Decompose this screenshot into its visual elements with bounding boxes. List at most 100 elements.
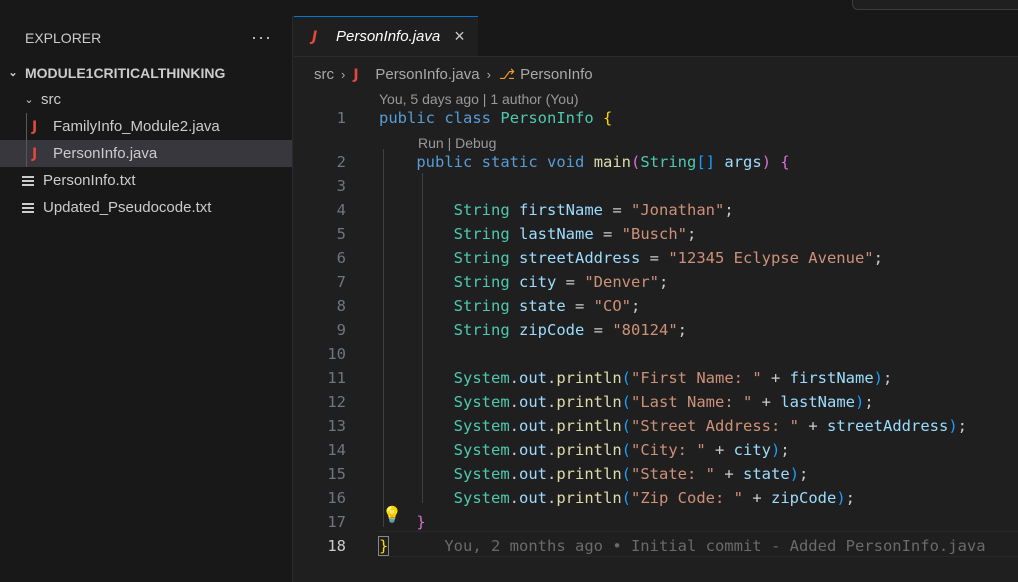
code-line-11: System.out.println("First Name: " + firs… [453,369,893,387]
command-center[interactable] [852,0,1018,10]
token: String [453,297,510,315]
token: ) [761,153,772,171]
more-actions-icon[interactable]: ··· [251,27,272,48]
token: ; [658,273,669,291]
token: static [481,153,538,171]
editor-area: J PersonInfo.java × src › J PersonInfo.j… [294,16,1018,582]
breadcrumb-item-class[interactable]: PersonInfo [520,66,593,83]
breadcrumb-item-src[interactable]: src [314,66,334,83]
token: System [453,465,510,483]
token: = [556,273,585,291]
token: } [377,536,390,556]
text-file-icon [22,201,36,215]
token: System [453,417,510,435]
token: System [453,489,510,507]
token: "80124" [612,321,678,339]
indent-guide [26,113,27,140]
line-number: 9 [336,321,346,339]
token: { [603,109,613,127]
token: out [519,417,547,435]
token: String [453,225,510,243]
workspace-root-label: MODULE1CRITICALTHINKING [25,64,226,81]
token: println [556,393,622,411]
code-line-1: public class PersonInfo { [379,109,612,127]
token: out [519,465,547,483]
code-line-8: String state = "CO"; [379,297,641,315]
indent-guide [26,140,27,167]
token: "First Name: " [631,369,762,387]
file-updated-pseudocode-txt[interactable]: Updated_Pseudocode.txt [0,194,292,221]
editor-tabs: J PersonInfo.java × [294,16,1018,57]
line-number: 14 [327,441,346,459]
token: String [453,249,510,267]
close-icon[interactable]: × [454,26,465,47]
java-file-icon: J [353,66,359,83]
token: out [519,489,547,507]
token: "Denver" [584,273,659,291]
line-number: 18 [327,537,346,555]
code-line-17: } [379,513,425,531]
token: println [556,417,622,435]
token: System [453,369,510,387]
line-number: 7 [336,273,346,291]
file-personinfo-txt[interactable]: PersonInfo.txt [0,167,292,194]
breadcrumb-item-file[interactable]: PersonInfo.java [375,66,479,83]
file-label: FamilyInfo_Module2.java [53,118,220,135]
workspace-root-folder[interactable]: ⌄ MODULE1CRITICALTHINKING [0,59,292,86]
line-number: 15 [327,465,346,483]
tab-personinfo-java[interactable]: J PersonInfo.java × [294,16,478,56]
title-bar [0,0,1018,17]
chevron-down-icon: ⌄ [8,67,18,79]
token: = [584,321,613,339]
token: ( [631,153,641,171]
token: lastName [519,225,594,243]
java-file-icon: J [32,145,38,162]
token: out [519,393,547,411]
explorer-title: EXPLORER [25,29,102,46]
token: String [640,153,697,171]
folder-src-label: src [41,91,61,108]
token: ; [724,201,734,219]
token: = [640,249,669,267]
codelens-blame[interactable]: You, 5 days ago | 1 author (You) [379,91,579,107]
token: { [780,153,790,171]
token: println [556,369,622,387]
code-line-18: } You, 2 months ago • Initial commit - A… [377,536,986,556]
line-number: 1 [336,109,346,127]
token: firstName [789,369,874,387]
code-line-16: System.out.println("Zip Code: " + zipCod… [453,489,856,507]
text-file-icon [22,174,36,188]
token: firstName [519,201,603,219]
file-personinfo-java[interactable]: J PersonInfo.java [0,140,292,167]
token: zipCode [519,321,585,339]
line-number: 2 [336,153,346,171]
token: = [565,297,594,315]
code-line-12: System.out.println("Last Name: " + lastN… [453,393,874,411]
token: PersonInfo [500,109,594,127]
file-familyinfo-module2[interactable]: J FamilyInfo_Module2.java [0,113,292,140]
explorer-header: EXPLORER ··· [0,16,292,59]
line-number: 10 [327,345,346,363]
code-line-14: System.out.println("City: " + city); [453,441,790,459]
token: public [379,109,435,127]
token: streetAddress [519,249,641,267]
line-number: 16 [327,489,346,507]
folder-src[interactable]: ⌄ src [0,86,292,113]
code-line-9: String zipCode = "80124"; [379,321,687,339]
code-line-7: String city = "Denver"; [379,273,669,291]
line-number: 6 [336,249,346,267]
token: ; [677,321,687,339]
token: System [453,441,510,459]
token: out [519,441,547,459]
codelens-run-debug[interactable]: Run | Debug [418,135,496,151]
token: void [547,153,585,171]
inline-blame: You, 2 months ago • Initial commit - Add… [444,537,986,555]
line-number: 8 [336,297,346,315]
token: city [519,273,557,291]
token: = [603,201,631,219]
line-number: 4 [336,201,346,219]
token: state [519,297,566,315]
token: main [593,153,632,171]
line-number: 3 [336,177,346,195]
line-number: 12 [327,393,346,411]
